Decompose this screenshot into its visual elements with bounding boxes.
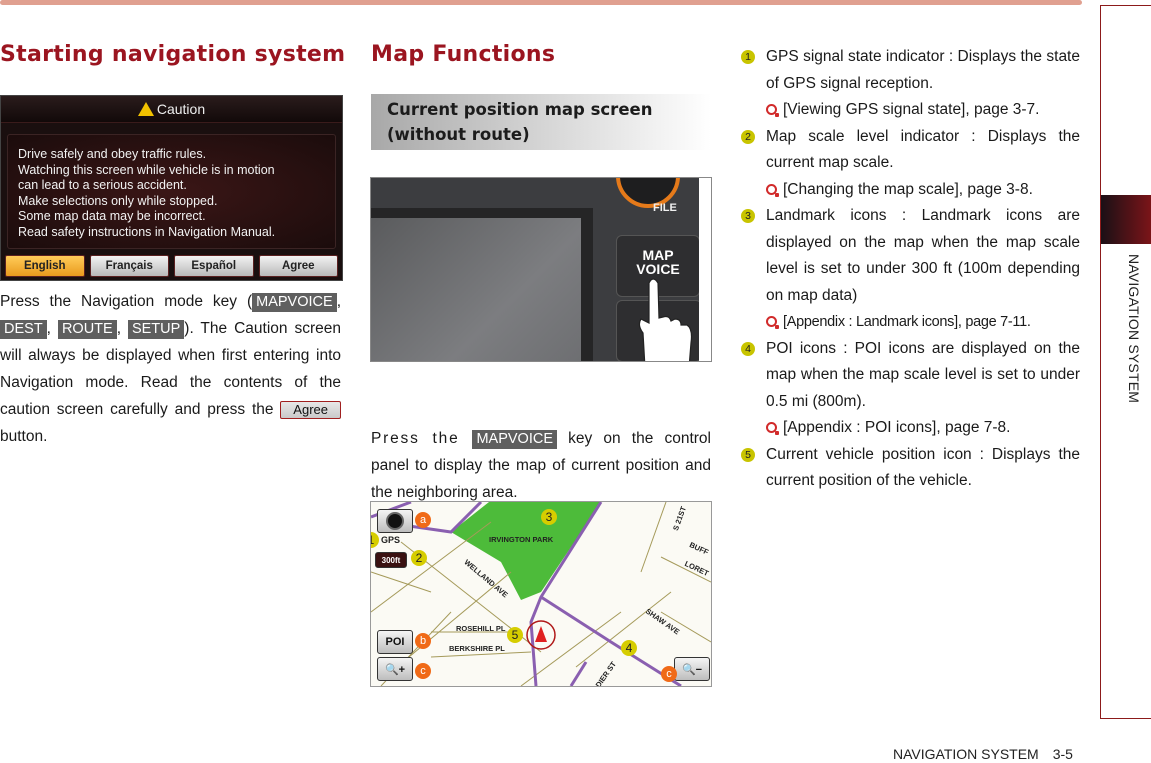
ref-text: [Appendix : Landmark icons], page 7-11.	[783, 314, 1031, 330]
ref-text: [Changing the map scale], page 3-8.	[783, 180, 1033, 198]
reference-link[interactable]: [Changing the map scale], page 3-8.	[766, 177, 1080, 204]
item-text: POI icons : POI icons are displayed on t…	[766, 339, 1080, 410]
caution-line: Read safety instructions in Navigation M…	[18, 224, 276, 239]
compass-button	[377, 509, 413, 533]
marker-3: 3	[541, 509, 557, 525]
key-label: MAP	[642, 247, 674, 263]
caution-header: Caution	[1, 96, 342, 123]
caution-line: Make selections only while stopped.	[18, 193, 218, 208]
control-panel-image: FILE MAP VOICE	[370, 177, 712, 362]
map-screen-image: GPS 300ft POI 🔍+ 🔍− IRVINGTON PARK WELLA…	[370, 501, 712, 687]
caution-line: can lead to a serious accident.	[18, 178, 187, 192]
mapvoice-key: MAPVOICE	[252, 293, 337, 312]
item-text: Landmark icons : Landmark icons are disp…	[766, 207, 1080, 304]
ref-text: [Viewing GPS signal state], page 3-7.	[783, 101, 1040, 118]
legend-item: 2 Map scale level indicator : Displays t…	[741, 124, 1080, 204]
agree-button[interactable]: Agree	[258, 255, 338, 277]
caution-screen-image: Caution Drive safely and obey traffic ru…	[0, 95, 343, 281]
route-key: ROUTE	[57, 320, 117, 339]
footer-section: NAVIGATION SYSTEM	[893, 746, 1039, 762]
reference-link[interactable]: [Viewing GPS signal state], page 3-7.	[766, 97, 1080, 124]
text: Press the Navigation mode key (	[0, 293, 253, 310]
page-number: 3-5	[1052, 746, 1073, 762]
scale-indicator: 300ft	[375, 552, 407, 568]
number-badge: 2	[741, 129, 755, 144]
side-tab-label: NAVIGATION SYSTEM	[1126, 254, 1142, 404]
street-label: ROSEHILL PL	[456, 624, 506, 633]
zoom-in-icon: 🔍+	[384, 663, 406, 676]
zoom-out-button: 🔍−	[674, 657, 710, 681]
caution-line: Watching this screen while vehicle is in…	[18, 162, 275, 177]
side-tab-marker	[1101, 195, 1151, 244]
legend-item: 1 GPS signal state indicator : Displays …	[741, 44, 1080, 124]
text: Press the	[371, 430, 473, 447]
espanol-button[interactable]: Español	[174, 255, 254, 277]
file-label: FILE	[653, 202, 677, 214]
display-screen	[371, 208, 593, 361]
street-label: BERKSHIRE PL	[449, 644, 505, 653]
top-accent-bar	[0, 0, 1082, 5]
subhead-line: (without route)	[387, 125, 530, 144]
caution-title: Caution	[156, 101, 206, 117]
caution-line: Drive safely and obey traffic rules.	[18, 147, 207, 161]
caution-buttons: English Français Español Agree	[5, 255, 338, 277]
francais-button[interactable]: Français	[89, 255, 169, 277]
marker-b: b	[415, 633, 431, 649]
marker-4: 4	[621, 640, 637, 656]
item-text: Map scale level indicator : Displays the…	[766, 127, 1080, 172]
number-badge: 1	[741, 50, 755, 64]
mapvoice-key: MAPVOICE	[472, 430, 557, 449]
park-area	[451, 502, 601, 600]
number-badge: 5	[741, 447, 755, 462]
section-title-starting: Starting navigation system	[0, 42, 346, 67]
legend-list: 1 GPS signal state indicator : Displays …	[741, 44, 1080, 495]
section-title-map-functions: Map Functions	[371, 42, 556, 67]
gps-indicator: GPS	[381, 535, 401, 545]
text: ,	[46, 320, 58, 337]
marker-a: a	[415, 512, 431, 528]
reference-icon	[766, 316, 779, 329]
reference-icon	[766, 422, 779, 435]
subhead-line: Current position map screen	[387, 100, 653, 119]
text: ,	[336, 293, 341, 310]
dest-key: DEST	[0, 320, 47, 339]
vehicle-position-icon	[535, 626, 547, 642]
reference-icon	[766, 104, 779, 117]
text: ,	[116, 320, 128, 337]
reference-link[interactable]: [Appendix : Landmark icons], page 7-11.	[766, 309, 1080, 336]
starting-paragraph: Press the Navigation mode key (MAPVOICE,…	[0, 288, 341, 450]
number-badge: 3	[741, 209, 755, 223]
warning-icon	[137, 102, 154, 116]
map-paragraph: Press the MAPVOICE key on the control pa…	[371, 425, 711, 506]
map-roads	[371, 502, 711, 686]
ref-text: [Appendix : POI icons], page 7-8.	[783, 419, 1011, 436]
marker-2: 2	[411, 550, 427, 566]
marker-5: 5	[507, 627, 523, 643]
legend-item: 3 Landmark icons : Landmark icons are di…	[741, 203, 1080, 336]
legend-item: 4 POI icons : POI icons are displayed on…	[741, 336, 1080, 442]
reference-icon	[766, 183, 779, 197]
poi-button: POI	[377, 630, 413, 654]
zoom-in-button: 🔍+	[377, 657, 413, 681]
setup-key: SETUP	[127, 320, 185, 339]
agree-button-inline: Agree	[280, 400, 341, 419]
english-button[interactable]: English	[5, 255, 85, 277]
page-footer: NAVIGATION SYSTEM 3-5	[893, 746, 1073, 762]
text: button.	[0, 428, 48, 445]
item-text: GPS signal state indicator : Displays th…	[766, 48, 1080, 92]
legend-item: 5 Current vehicle position icon : Displa…	[741, 442, 1080, 495]
subsection-header: Current position map screen (without rou…	[371, 94, 711, 150]
caution-line: Some map data may be incorrect.	[18, 209, 206, 223]
caution-message: Drive safely and obey traffic rules. Wat…	[7, 134, 336, 249]
compass-icon	[386, 512, 404, 530]
item-text: Current vehicle position icon : Displays…	[766, 445, 1080, 490]
street-label: IRVINGTON PARK	[489, 535, 554, 544]
reference-link[interactable]: [Appendix : POI icons], page 7-8.	[766, 415, 1080, 442]
number-badge: 4	[741, 341, 755, 356]
marker-c: c	[661, 666, 677, 682]
zoom-out-icon: 🔍−	[681, 663, 703, 676]
marker-c: c	[415, 663, 431, 679]
finger-pointer-icon	[638, 278, 693, 361]
